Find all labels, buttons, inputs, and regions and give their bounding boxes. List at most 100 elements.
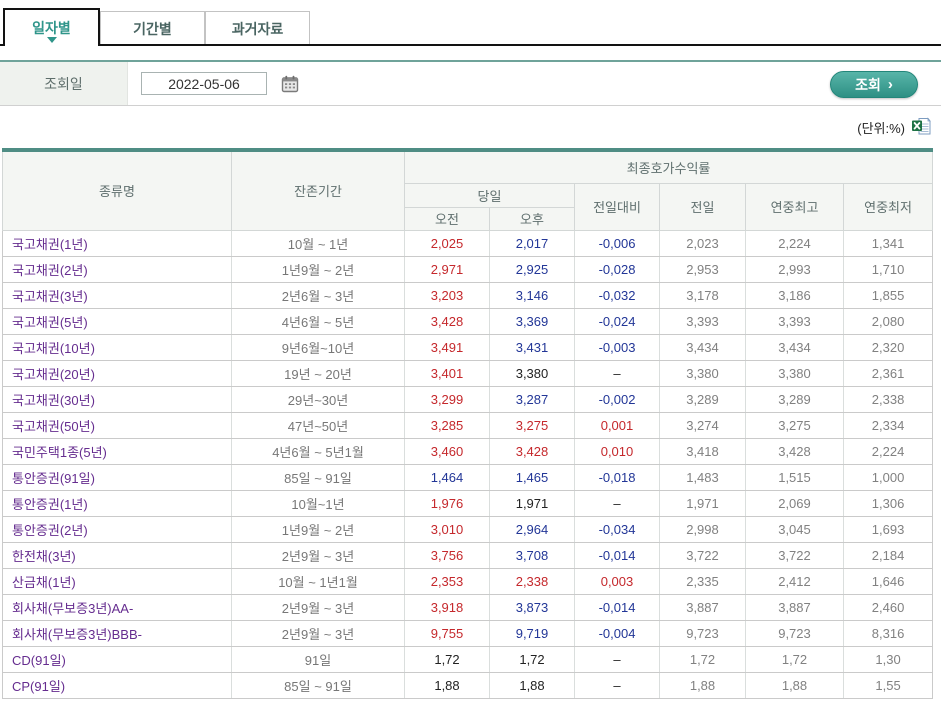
yield-am: 2,353 [405,568,490,594]
yield-year-low: 2,338 [844,386,933,412]
query-date-input[interactable] [141,72,267,95]
bond-name-link[interactable]: 국고채권(20년) [3,360,232,386]
yield-am: 3,285 [405,412,490,438]
tab-period-label: 기간별 [133,19,172,39]
remaining-period: 4년6월 ~ 5년1월 [232,438,405,464]
tab-history-label: 과거자료 [232,19,284,39]
bond-name-link[interactable]: 국고채권(5년) [3,308,232,334]
bond-name-link[interactable]: 국민주택1종(5년) [3,438,232,464]
yield-year-high: 3,186 [746,282,844,308]
tab-daily[interactable]: 일자별 [3,8,100,46]
yield-am: 1,88 [405,672,490,698]
yield-year-low: 8,316 [844,620,933,646]
units-row: (단위:%) [0,106,941,148]
yield-prev-day: 2,023 [660,230,746,256]
change-vs-prev: 0,003 [575,568,660,594]
yield-pm: 1,88 [490,672,575,698]
bond-name-link[interactable]: 회사채(무보증3년)BBB- [3,620,232,646]
tab-history[interactable]: 과거자료 [205,11,310,46]
bond-name-link[interactable]: 국고채권(3년) [3,282,232,308]
remaining-period: 29년~30년 [232,386,405,412]
remaining-period: 2년6월 ~ 3년 [232,282,405,308]
bond-name-link[interactable]: 회사채(무보증3년)AA- [3,594,232,620]
yield-year-high: 9,723 [746,620,844,646]
table-row: 국고채권(3년)2년6월 ~ 3년3,2033,146-0,0323,1783,… [3,282,933,308]
bond-name-link[interactable]: 통안증권(2년) [3,516,232,542]
change-vs-prev: -0,003 [575,334,660,360]
bond-name-link[interactable]: 국고채권(1년) [3,230,232,256]
yield-prev-day: 1,971 [660,490,746,516]
table-row: 국고채권(5년)4년6월 ~ 5년3,4283,369-0,0243,3933,… [3,308,933,334]
bond-name-link[interactable]: CP(91일) [3,672,232,698]
bond-name-link[interactable]: 국고채권(2년) [3,256,232,282]
table-row: 국고채권(20년)19년 ~ 20년3,4013,380–3,3803,3802… [3,360,933,386]
yield-prev-day: 2,335 [660,568,746,594]
yield-prev-day: 1,483 [660,464,746,490]
bond-name-link[interactable]: 국고채권(50년) [3,412,232,438]
header-prev-day: 전일 [660,183,746,230]
table-row: 회사채(무보증3년)BBB-2년9월 ~ 3년9,7559,719-0,0049… [3,620,933,646]
yield-prev-day: 3,274 [660,412,746,438]
change-vs-prev: -0,024 [575,308,660,334]
change-vs-prev: – [575,360,660,386]
remaining-period: 1년9월 ~ 2년 [232,516,405,542]
yield-year-high: 3,275 [746,412,844,438]
yield-prev-day: 3,393 [660,308,746,334]
yield-pm: 3,287 [490,386,575,412]
yield-year-low: 2,224 [844,438,933,464]
change-vs-prev: 0,010 [575,438,660,464]
yield-year-high: 1,515 [746,464,844,490]
yield-year-high: 3,434 [746,334,844,360]
bond-name-link[interactable]: 국고채권(30년) [3,386,232,412]
yield-prev-day: 1,72 [660,646,746,672]
bond-name-link[interactable]: 한전채(3년) [3,542,232,568]
yield-am: 3,460 [405,438,490,464]
yield-am: 3,491 [405,334,490,360]
table-row: 회사채(무보증3년)AA-2년9월 ~ 3년3,9183,873-0,0143,… [3,594,933,620]
remaining-period: 1년9월 ~ 2년 [232,256,405,282]
yield-prev-day: 3,418 [660,438,746,464]
calendar-icon[interactable] [280,74,300,94]
yield-am: 3,299 [405,386,490,412]
yield-year-low: 2,460 [844,594,933,620]
yield-pm: 1,971 [490,490,575,516]
yield-am: 3,918 [405,594,490,620]
yield-prev-day: 3,178 [660,282,746,308]
calendar-icon-glyph [281,75,299,93]
yield-am: 3,428 [405,308,490,334]
remaining-period: 2년9월 ~ 3년 [232,542,405,568]
yield-year-low: 2,361 [844,360,933,386]
yield-pm: 3,873 [490,594,575,620]
bond-name-link[interactable]: 국고채권(10년) [3,334,232,360]
yield-pm: 1,72 [490,646,575,672]
yield-year-high: 3,380 [746,360,844,386]
tab-period[interactable]: 기간별 [100,11,205,46]
yield-prev-day: 3,434 [660,334,746,360]
search-button[interactable]: 조회 › [830,71,918,98]
yield-year-high: 2,224 [746,230,844,256]
yield-year-high: 3,045 [746,516,844,542]
yield-pm: 2,964 [490,516,575,542]
bond-name-link[interactable]: 통안증권(91일) [3,464,232,490]
yield-pm: 2,925 [490,256,575,282]
excel-download-icon[interactable] [910,116,932,138]
table-row: CD(91일)91일1,721,72–1,721,721,30 [3,646,933,672]
yield-year-high: 1,72 [746,646,844,672]
change-vs-prev: -0,028 [575,256,660,282]
bond-name-link[interactable]: 통안증권(1년) [3,490,232,516]
bond-name-link[interactable]: CD(91일) [3,646,232,672]
tab-bar: 일자별 기간별 과거자료 [0,0,941,46]
yield-year-low: 2,080 [844,308,933,334]
bond-name-link[interactable]: 산금채(1년) [3,568,232,594]
yield-am: 1,72 [405,646,490,672]
remaining-period: 85일 ~ 91일 [232,672,405,698]
header-pm: 오후 [490,207,575,230]
table-row: 국고채권(10년)9년6월~10년3,4913,431-0,0033,4343,… [3,334,933,360]
change-vs-prev: -0,018 [575,464,660,490]
yield-year-low: 1,306 [844,490,933,516]
yield-pm: 3,428 [490,438,575,464]
yield-pm: 3,146 [490,282,575,308]
table-row: 국고채권(2년)1년9월 ~ 2년2,9712,925-0,0282,9532,… [3,256,933,282]
yield-pm: 3,275 [490,412,575,438]
remaining-period: 4년6월 ~ 5년 [232,308,405,334]
